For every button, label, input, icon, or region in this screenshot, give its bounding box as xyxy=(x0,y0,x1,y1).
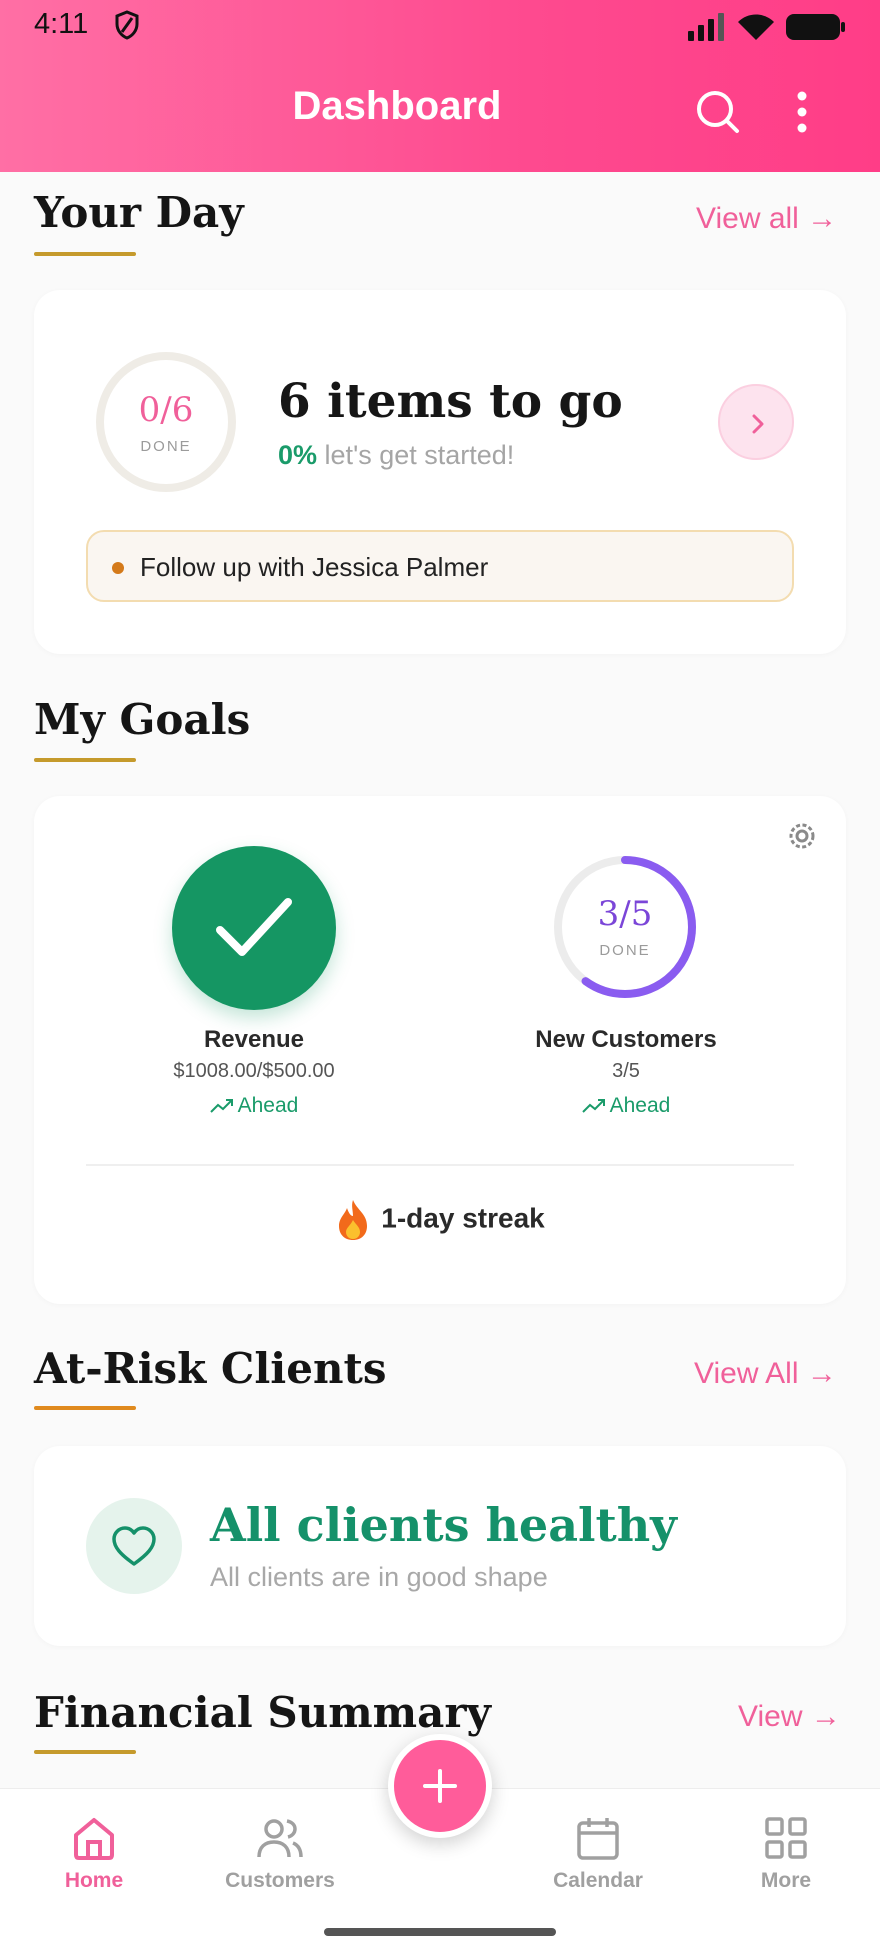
task-dot-icon xyxy=(112,562,124,574)
goals-divider xyxy=(86,1164,794,1166)
status-icons xyxy=(688,12,846,42)
users-icon xyxy=(257,1819,303,1858)
status-time: 4:11 xyxy=(34,8,89,40)
nav-customers-label: Customers xyxy=(225,1869,335,1892)
chevron-right-icon xyxy=(752,414,764,434)
signal-icon xyxy=(688,13,724,41)
my-goals-card: Revenue $1008.00/$500.00 Ahead 3/5 DONE … xyxy=(34,796,846,1304)
your-day-title: Your Day xyxy=(34,188,244,237)
your-day-card: 0/6 DONE 6 items to go 0% let's get star… xyxy=(34,290,846,654)
trending-up-icon xyxy=(581,1099,605,1114)
at-risk-underline xyxy=(34,1406,136,1410)
customers-goal-status-text: Ahead xyxy=(609,1094,671,1117)
healthy-title: All clients healthy xyxy=(210,1498,677,1552)
revenue-goal-complete xyxy=(172,846,336,1010)
home-indicator[interactable] xyxy=(324,1928,556,1936)
financial-underline xyxy=(34,1750,136,1754)
grid-icon xyxy=(765,1817,807,1859)
healthy-subtitle: All clients are in good shape xyxy=(210,1562,548,1592)
your-day-view-all-link[interactable]: View all → xyxy=(696,202,837,236)
at-risk-title: At-Risk Clients xyxy=(34,1344,387,1393)
customers-goal-name: New Customers xyxy=(535,1026,717,1053)
at-risk-card: All clients healthy All clients are in g… xyxy=(34,1446,846,1646)
streak-row: 1-day streak xyxy=(34,1198,846,1242)
heart-badge xyxy=(86,1498,182,1594)
nav-more-label: More xyxy=(760,1869,812,1892)
day-next-button[interactable] xyxy=(718,384,794,460)
task-text: Follow up with Jessica Palmer xyxy=(140,552,489,582)
nav-more[interactable]: More xyxy=(716,1815,856,1893)
home-icon xyxy=(74,1818,114,1860)
day-progress-done-label: DONE xyxy=(140,438,192,455)
add-button[interactable] xyxy=(388,1734,492,1838)
progress-message-text: let's get started! xyxy=(324,440,515,470)
heart-icon xyxy=(112,1526,156,1566)
battery-icon xyxy=(786,14,845,40)
more-vertical-icon[interactable] xyxy=(792,90,812,134)
wifi-icon xyxy=(738,14,774,40)
my-goals-underline xyxy=(34,758,136,762)
customers-ring-done-label: DONE xyxy=(599,942,651,959)
day-progress-count: 0/6 xyxy=(138,390,194,430)
status-bar: 4:11 xyxy=(34,8,846,48)
nav-customers[interactable]: Customers xyxy=(210,1815,350,1893)
search-icon[interactable] xyxy=(694,88,740,134)
trending-up-icon xyxy=(209,1099,233,1114)
check-icon xyxy=(216,898,292,956)
customers-ring-count: 3/5 xyxy=(597,894,653,934)
calendar-icon xyxy=(577,1818,619,1860)
shield-icon xyxy=(115,10,139,40)
revenue-goal-value: $1008.00/$500.00 xyxy=(173,1060,335,1082)
financial-title: Financial Summary xyxy=(34,1688,491,1737)
task-item[interactable]: Follow up with Jessica Palmer xyxy=(86,530,794,602)
page-title: Dashboard xyxy=(292,84,502,128)
my-goals-title: My Goals xyxy=(34,695,251,744)
customers-goal-status: Ahead xyxy=(476,1094,776,1118)
nav-home-label: Home xyxy=(64,1869,124,1892)
gear-icon[interactable] xyxy=(784,818,820,854)
revenue-goal-status-text: Ahead xyxy=(237,1094,299,1117)
plus-icon xyxy=(423,1769,457,1803)
at-risk-view-all-link[interactable]: View All → xyxy=(694,1357,837,1391)
progress-message: 0% let's get started! xyxy=(278,440,514,471)
progress-percent: 0% xyxy=(278,440,318,470)
app-header: 4:11 Dashboard xyxy=(0,0,880,172)
nav-calendar-label: Calendar xyxy=(553,1869,643,1892)
nav-home[interactable]: Home xyxy=(24,1815,164,1893)
customers-goal-value: 3/5 xyxy=(612,1060,640,1082)
revenue-goal-name: Revenue xyxy=(203,1026,305,1053)
nav-calendar[interactable]: Calendar xyxy=(528,1815,668,1893)
streak-text: 1-day streak xyxy=(381,1202,545,1234)
revenue-goal-status: Ahead xyxy=(104,1094,404,1118)
fire-icon xyxy=(339,1200,368,1240)
financial-view-link[interactable]: View → xyxy=(738,1700,841,1734)
items-to-go: 6 items to go xyxy=(278,374,623,429)
your-day-underline xyxy=(34,252,136,256)
